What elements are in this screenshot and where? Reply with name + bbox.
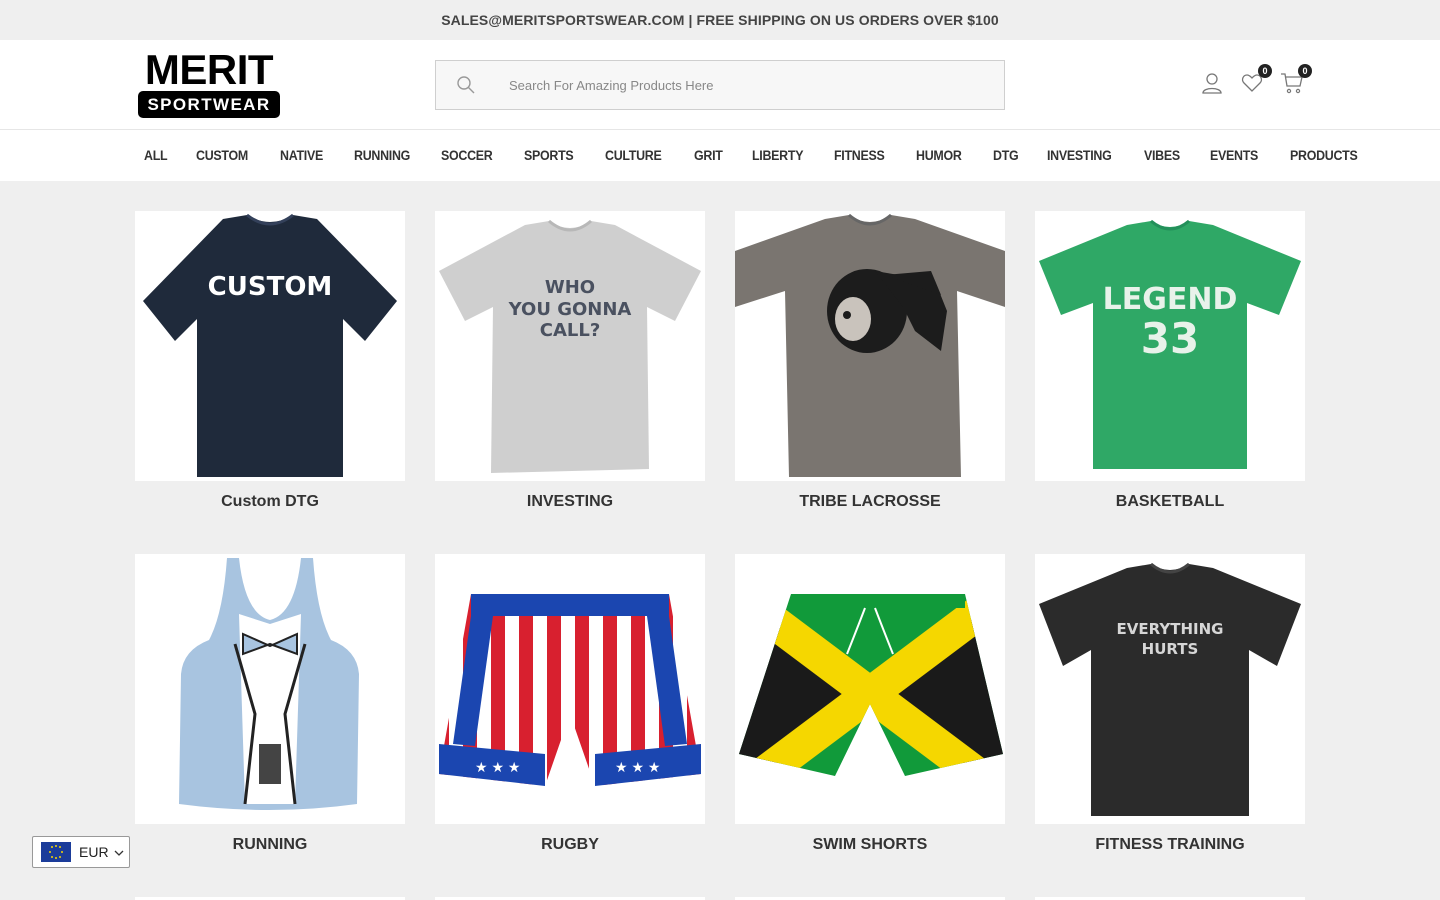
header-actions: 0 0 (1200, 64, 1312, 96)
search-icon[interactable] (436, 75, 496, 95)
product-image-tshirt[interactable]: LEGEND 33 (1035, 211, 1305, 481)
product-image-shorts[interactable]: ★ ★ ★ ★ ★ ★ (435, 554, 705, 824)
nav-item-native[interactable]: NATIVE (280, 148, 323, 163)
collection-card[interactable]: CUSTOM Custom DTG (135, 211, 405, 510)
svg-text:WHO: WHO (545, 277, 595, 298)
svg-text:CALL?: CALL? (540, 320, 601, 341)
main-navigation: ALL CUSTOM NATIVE RUNNING SOCCER SPORTS … (0, 130, 1440, 181)
wishlist-icon[interactable]: 0 (1240, 64, 1272, 96)
collection-title[interactable]: RUGBY (435, 837, 705, 853)
search-input[interactable] (509, 77, 989, 93)
wishlist-count-badge: 0 (1258, 64, 1272, 78)
nav-item-products[interactable]: PRODUCTS (1290, 148, 1358, 163)
cart-count-badge: 0 (1298, 64, 1312, 78)
account-icon[interactable] (1200, 70, 1224, 96)
collection-title[interactable]: BASKETBALL (1035, 494, 1305, 510)
collection-title[interactable]: FITNESS TRAINING (1035, 837, 1305, 853)
search-bar (435, 60, 1005, 110)
announcement-text: SALES@MERITSPORTSWEAR.COM | FREE SHIPPIN… (441, 12, 999, 28)
collection-title[interactable]: TRIBE LACROSSE (735, 494, 1005, 510)
nav-item-sports[interactable]: SPORTS (524, 148, 574, 163)
nav-item-humor[interactable]: HUMOR (916, 148, 962, 163)
nav-item-custom[interactable]: CUSTOM (196, 148, 248, 163)
svg-text:★ ★ ★: ★ ★ ★ (475, 759, 520, 775)
collection-title[interactable]: SWIM SHORTS (735, 837, 1005, 853)
product-image-tshirt[interactable]: EVERYTHING HURTS (1035, 554, 1305, 824)
collection-card[interactable]: LEGEND 33 BASKETBALL (1035, 211, 1305, 510)
site-header: MERIT SPORTWEAR 0 0 (0, 40, 1440, 130)
product-image-singlet[interactable] (135, 554, 405, 824)
currency-code: EUR (79, 844, 109, 860)
logo-wordmark: MERIT (144, 46, 274, 93)
eu-flag-icon (41, 842, 71, 862)
svg-text:★ ★ ★: ★ ★ ★ (615, 759, 660, 775)
chevron-down-icon (114, 844, 124, 860)
nav-item-vibes[interactable]: VIBES (1144, 148, 1180, 163)
logo-subtitle: SPORTWEAR (138, 91, 280, 118)
site-logo[interactable]: MERIT SPORTWEAR (138, 46, 280, 118)
nav-item-culture[interactable]: CULTURE (605, 148, 662, 163)
nav-item-grit[interactable]: GRIT (694, 148, 723, 163)
collection-card[interactable]: WHO YOU GONNA CALL? INVESTING (435, 211, 705, 510)
currency-selector[interactable]: EUR (32, 836, 130, 868)
nav-item-fitness[interactable]: FITNESS (834, 148, 885, 163)
svg-text:33: 33 (1141, 314, 1199, 363)
collection-title[interactable]: INVESTING (435, 494, 705, 510)
collection-card[interactable]: SWIM SHORTS (735, 554, 1005, 853)
collection-grid: CUSTOM Custom DTG WHO YOU GONNA CALL? IN… (135, 211, 1305, 853)
svg-text:HURTS: HURTS (1142, 640, 1199, 658)
svg-text:YOU GONNA: YOU GONNA (508, 299, 632, 320)
product-image-tshirt[interactable]: WHO YOU GONNA CALL? (435, 211, 705, 481)
nav-item-liberty[interactable]: LIBERTY (752, 148, 803, 163)
collection-card[interactable]: TRIBE LACROSSE (735, 211, 1005, 510)
svg-text:LEGEND: LEGEND (1103, 282, 1238, 317)
product-image-tshirt[interactable]: CUSTOM (135, 211, 405, 481)
collection-card[interactable]: EVERYTHING HURTS FITNESS TRAINING (1035, 554, 1305, 853)
collection-card[interactable]: RUNNING (135, 554, 405, 853)
product-image-shorts[interactable] (735, 554, 1005, 824)
nav-item-dtg[interactable]: DTG (993, 148, 1019, 163)
svg-text:EVERYTHING: EVERYTHING (1117, 620, 1224, 638)
collection-title[interactable]: Custom DTG (135, 494, 405, 510)
collection-title[interactable]: RUNNING (135, 837, 405, 853)
nav-item-investing[interactable]: INVESTING (1047, 148, 1112, 163)
collection-card[interactable]: ★ ★ ★ ★ ★ ★ RUGBY (435, 554, 705, 853)
nav-item-events[interactable]: EVENTS (1210, 148, 1258, 163)
announcement-bar: SALES@MERITSPORTSWEAR.COM | FREE SHIPPIN… (0, 0, 1440, 40)
product-image-tshirt[interactable] (735, 211, 1005, 481)
shirt-print-text: CUSTOM (208, 272, 333, 302)
nav-item-all[interactable]: ALL (144, 148, 168, 163)
nav-item-running[interactable]: RUNNING (354, 148, 410, 163)
nav-item-soccer[interactable]: SOCCER (441, 148, 493, 163)
cart-icon[interactable]: 0 (1280, 64, 1312, 96)
